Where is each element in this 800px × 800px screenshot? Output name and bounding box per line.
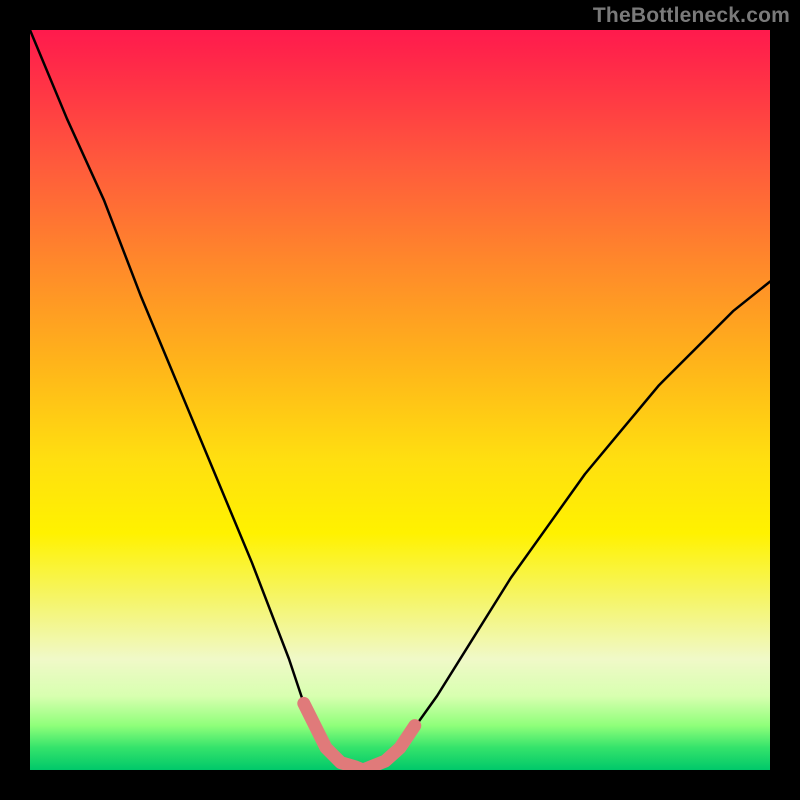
plot-area xyxy=(30,30,770,770)
bottom-highlight xyxy=(304,703,415,770)
chart-svg xyxy=(30,30,770,770)
chart-frame: TheBottleneck.com xyxy=(0,0,800,800)
bottleneck-curve xyxy=(30,30,770,770)
watermark-text: TheBottleneck.com xyxy=(593,4,790,28)
